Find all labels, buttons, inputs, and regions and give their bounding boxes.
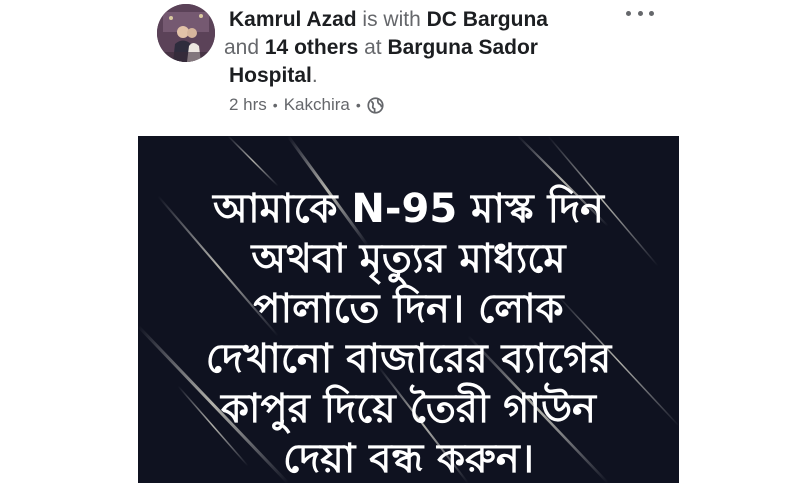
- caption-line: দেখানো বাজারের ব্যাগের: [205, 336, 612, 382]
- image-caption: আমাকে N-95 মাস্ক দিন অথবা মৃত্যুর মাধ্যম…: [138, 184, 679, 483]
- caption-line: দেয়া বন্ধ করুন।: [282, 436, 535, 482]
- post-meta: 2 hrs • Kakchira •: [229, 95, 384, 115]
- others-link[interactable]: 14 others: [265, 36, 358, 59]
- author-name-link[interactable]: Kamrul Azad: [229, 8, 357, 31]
- post-place-link[interactable]: Kakchira: [284, 95, 350, 115]
- separator-dot: •: [355, 97, 361, 113]
- more-options-icon[interactable]: [626, 6, 654, 20]
- facebook-post: Kamrul Azad is with DC Barguna and 14 ot…: [0, 0, 800, 483]
- tagged-person-link[interactable]: DC Barguna: [427, 8, 548, 31]
- globe-icon[interactable]: [367, 96, 384, 114]
- caption-line: অথবা মৃত্যুর মাধ্যমে: [251, 236, 566, 282]
- more-dot: [637, 10, 643, 16]
- post-image[interactable]: আমাকে N-95 মাস্ক দিন অথবা মৃত্যুর মাধ্যম…: [138, 136, 679, 483]
- post-header: Kamrul Azad is with DC Barguna and 14 ot…: [224, 6, 629, 90]
- with-text: is with: [356, 8, 427, 31]
- caption-line: পালাতে দিন। লোক: [253, 286, 564, 332]
- caption-line: কাপুর দিয়ে তৈরী গাউন: [220, 386, 597, 432]
- avatar-photo: [157, 4, 215, 62]
- more-dot: [626, 10, 631, 16]
- post-time-link[interactable]: 2 hrs: [229, 95, 267, 115]
- period-text: .: [311, 64, 318, 87]
- and-text: and: [224, 36, 265, 59]
- caption-line: আমাকে N-95 মাস্ক দিন: [212, 186, 604, 232]
- author-avatar[interactable]: [157, 4, 215, 62]
- separator-dot: •: [272, 97, 278, 113]
- more-dot: [649, 10, 654, 16]
- at-text: at: [358, 36, 388, 59]
